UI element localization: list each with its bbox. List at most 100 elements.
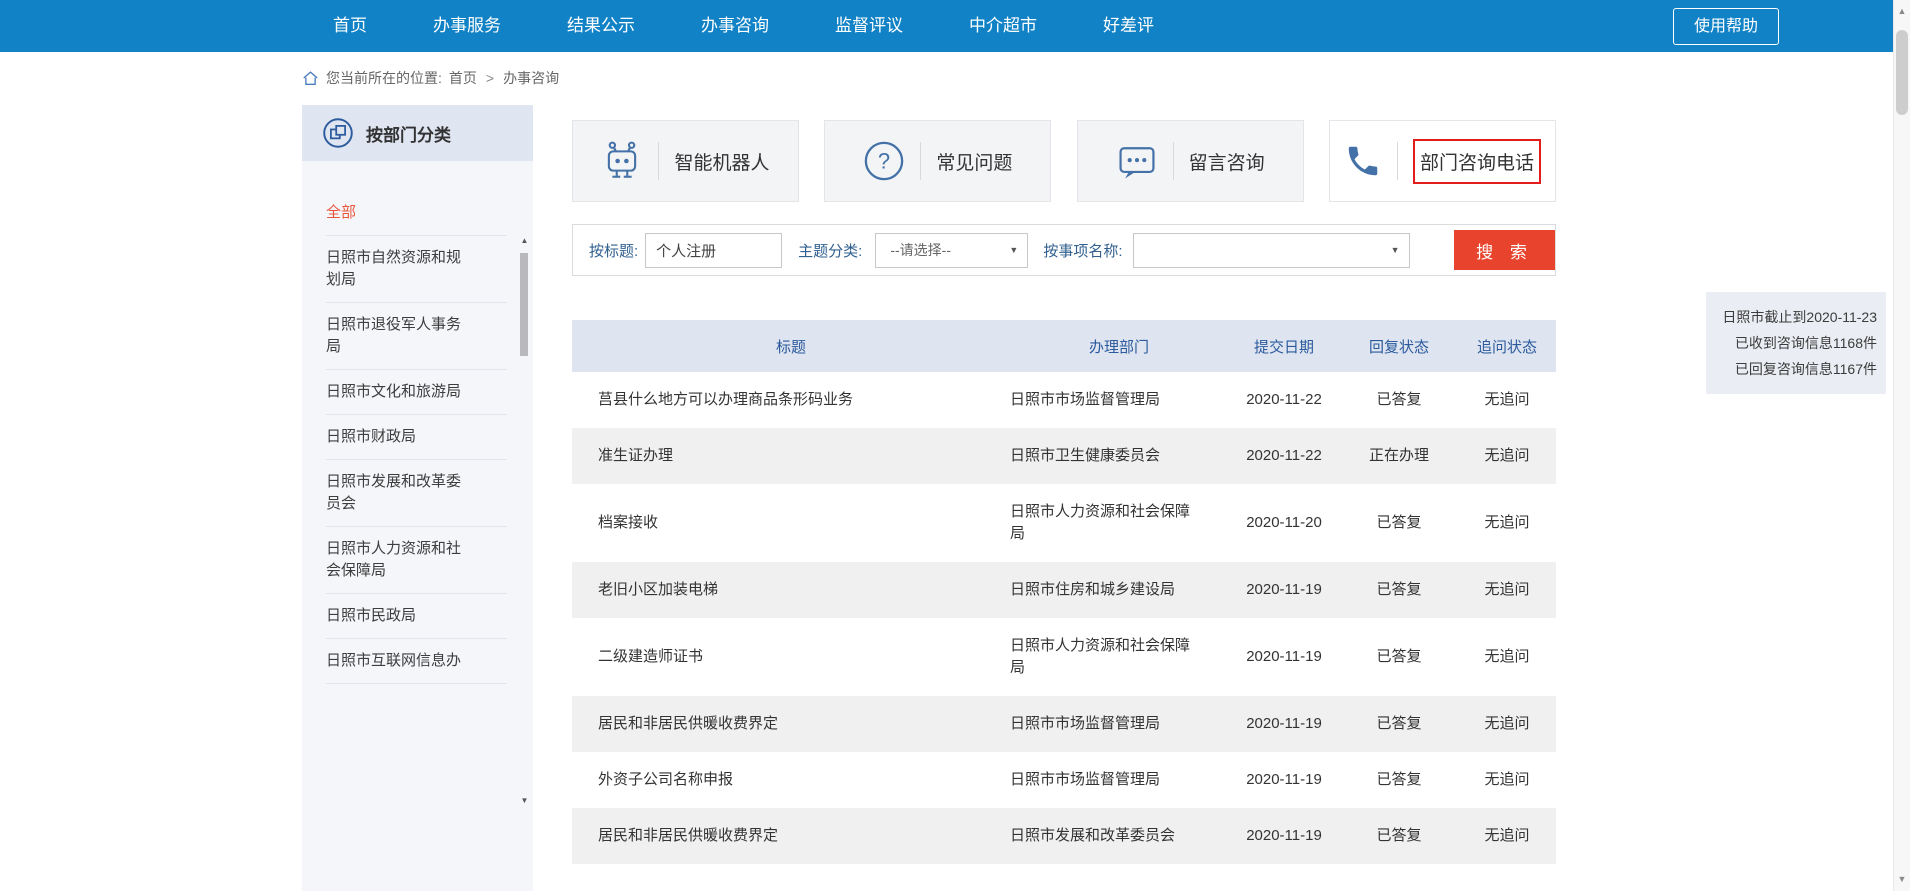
cell-department: 日照市市场监督管理局	[1010, 372, 1228, 428]
cell-title[interactable]: 老旧小区加装电梯	[572, 562, 1010, 618]
sidebar-item-label: 日照市互联网信息办	[326, 650, 468, 672]
cell-date: 2020-11-22	[1228, 372, 1340, 428]
svg-text:?: ?	[878, 149, 890, 174]
sidebar-item-internet-info[interactable]: 日照市互联网信息办	[326, 639, 507, 684]
breadcrumb-separator: >	[484, 70, 496, 86]
help-button[interactable]: 使用帮助	[1673, 8, 1779, 45]
cell-title[interactable]: 档案接收	[572, 495, 1010, 551]
nav-item-agency-market[interactable]: 中介超市	[936, 0, 1070, 52]
sidebar-item-culture-tourism[interactable]: 日照市文化和旅游局	[326, 370, 507, 415]
cell-reply-status: 已答复	[1340, 495, 1458, 551]
cell-department: 日照市人力资源和社会保障局	[1010, 484, 1228, 562]
table-row: 二级建造师证书 日照市人力资源和社会保障局 2020-11-19 已答复 无追问	[572, 618, 1556, 696]
nav-item-home[interactable]: 首页	[300, 0, 400, 52]
cell-title[interactable]: 准生证办理	[572, 428, 1010, 484]
table-row: 居民和非居民供暖收费界定 日照市发展和改革委员会 2020-11-19 已答复 …	[572, 808, 1556, 864]
nav-item-services[interactable]: 办事服务	[400, 0, 534, 52]
cell-title[interactable]: 居民和非居民供暖收费界定	[572, 808, 1010, 864]
consultation-stats-box: 日照市截止到2020-11-23 已收到咨询信息1168件 已回复咨询信息116…	[1706, 292, 1886, 394]
search-button[interactable]: 搜 索	[1454, 230, 1555, 270]
sidebar-item-veterans-affairs[interactable]: 日照市退役军人事务局	[326, 303, 507, 370]
cell-reply-status: 正在办理	[1340, 428, 1458, 484]
item-name-select[interactable]: ▼	[1133, 233, 1410, 268]
window-scrollbar[interactable]: ▲ ▼	[1893, 0, 1910, 891]
sidebar-item-natural-resources[interactable]: 日照市自然资源和规划局	[326, 236, 507, 303]
cell-followup-status: 无追问	[1458, 752, 1556, 808]
sidebar-item-label: 日照市退役军人事务局	[326, 314, 468, 358]
cell-date: 2020-11-20	[1228, 495, 1340, 551]
category-label: 主题分类:	[798, 240, 862, 261]
cell-title[interactable]: 二级建造师证书	[572, 629, 1010, 685]
category-icon	[322, 117, 354, 149]
cell-department: 日照市市场监督管理局	[1010, 696, 1228, 752]
cell-date: 2020-11-19	[1228, 752, 1340, 808]
cell-date: 2020-11-19	[1228, 629, 1340, 685]
tab-label: 智能机器人	[674, 148, 769, 175]
cell-followup-status: 无追问	[1458, 808, 1556, 864]
nav-menu: 首页 办事服务 结果公示 办事咨询 监督评议 中介超市 好差评	[300, 0, 1187, 52]
breadcrumb-current: 办事咨询	[503, 68, 559, 88]
cell-followup-status: 无追问	[1458, 495, 1556, 551]
tab-smart-robot[interactable]: 智能机器人	[572, 120, 799, 202]
tab-label: 常见问题	[936, 148, 1012, 175]
top-nav: 首页 办事服务 结果公示 办事咨询 监督评议 中介超市 好差评 使用帮助	[0, 0, 1910, 52]
breadcrumb-home-link[interactable]: 首页	[449, 68, 477, 88]
chevron-down-icon: ▼	[1009, 245, 1018, 255]
cell-followup-status: 无追问	[1458, 428, 1556, 484]
table-row: 准生证办理 日照市卫生健康委员会 2020-11-22 正在办理 无追问	[572, 428, 1556, 484]
cell-followup-status: 无追问	[1458, 562, 1556, 618]
scroll-down-icon[interactable]: ▼	[1894, 874, 1910, 884]
cell-department: 日照市住房和城乡建设局	[1010, 562, 1228, 618]
consultation-table: 标题 办理部门 提交日期 回复状态 追问状态 莒县什么地方可以办理商品条形码业务…	[572, 320, 1556, 864]
scroll-up-icon[interactable]: ▲	[519, 236, 530, 245]
cell-date: 2020-11-19	[1228, 808, 1340, 864]
cell-date: 2020-11-19	[1228, 696, 1340, 752]
cell-reply-status: 已答复	[1340, 752, 1458, 808]
sidebar-item-all[interactable]: 全部	[326, 191, 507, 236]
nav-item-rating[interactable]: 好差评	[1070, 0, 1187, 52]
sidebar-item-label: 日照市民政局	[326, 605, 468, 627]
nav-item-results[interactable]: 结果公示	[534, 0, 668, 52]
tab-message-consult[interactable]: 留言咨询	[1077, 120, 1304, 202]
scroll-down-icon[interactable]: ▼	[519, 796, 530, 805]
divider	[1173, 142, 1174, 180]
sidebar-header: 按部门分类	[302, 105, 533, 161]
breadcrumb: 您当前所在的位置: 首页 > 办事咨询	[302, 64, 559, 92]
sidebar-item-label: 日照市文化和旅游局	[326, 381, 468, 403]
sidebar-item-human-resources[interactable]: 日照市人力资源和社会保障局	[326, 527, 507, 594]
title-search-input[interactable]	[645, 233, 782, 268]
title-search-label: 按标题:	[589, 240, 638, 261]
cell-title[interactable]: 居民和非居民供暖收费界定	[572, 696, 1010, 752]
tab-label: 留言咨询	[1189, 148, 1265, 175]
stats-line-replied: 已回复咨询信息1167件	[1712, 356, 1877, 382]
cell-title[interactable]: 外资子公司名称申报	[572, 752, 1010, 808]
table-header-row: 标题 办理部门 提交日期 回复状态 追问状态	[572, 320, 1556, 372]
stats-line-deadline: 日照市截止到2020-11-23	[1712, 304, 1877, 330]
category-select-value: --请选择--	[890, 240, 951, 260]
sidebar-title: 按部门分类	[366, 121, 451, 146]
category-select[interactable]: --请选择-- ▼	[875, 233, 1028, 268]
sidebar-item-finance[interactable]: 日照市财政局	[326, 415, 507, 460]
robot-icon	[601, 139, 643, 183]
sidebar-scrollbar-thumb[interactable]	[520, 253, 528, 356]
sidebar-item-civil-affairs[interactable]: 日照市民政局	[326, 594, 507, 639]
chevron-down-icon: ▼	[1391, 245, 1400, 255]
page: 首页 办事服务 结果公示 办事咨询 监督评议 中介超市 好差评 使用帮助 您当前…	[0, 0, 1910, 891]
tab-faq[interactable]: ? 常见问题	[824, 120, 1051, 202]
highlight-annotation-box: 部门咨询电话	[1413, 139, 1541, 184]
nav-item-supervision[interactable]: 监督评议	[802, 0, 936, 52]
item-name-label: 按事项名称:	[1043, 240, 1122, 261]
cell-title[interactable]: 莒县什么地方可以办理商品条形码业务	[572, 372, 1010, 428]
table-row: 老旧小区加装电梯 日照市住房和城乡建设局 2020-11-19 已答复 无追问	[572, 562, 1556, 618]
tab-department-phone[interactable]: 部门咨询电话	[1329, 120, 1556, 202]
window-scrollbar-thumb[interactable]	[1896, 30, 1908, 115]
main-content: 智能机器人 ? 常见问题	[572, 120, 1556, 864]
phone-icon	[1344, 142, 1382, 180]
col-header-reply-status: 回复状态	[1340, 336, 1458, 357]
sidebar-scrollbar: ▲ ▼	[519, 236, 530, 808]
divider	[920, 142, 921, 180]
scroll-up-icon[interactable]: ▲	[1894, 6, 1910, 16]
question-icon: ?	[863, 140, 905, 182]
nav-item-consult[interactable]: 办事咨询	[668, 0, 802, 52]
sidebar-item-development-reform[interactable]: 日照市发展和改革委员会	[326, 460, 507, 527]
